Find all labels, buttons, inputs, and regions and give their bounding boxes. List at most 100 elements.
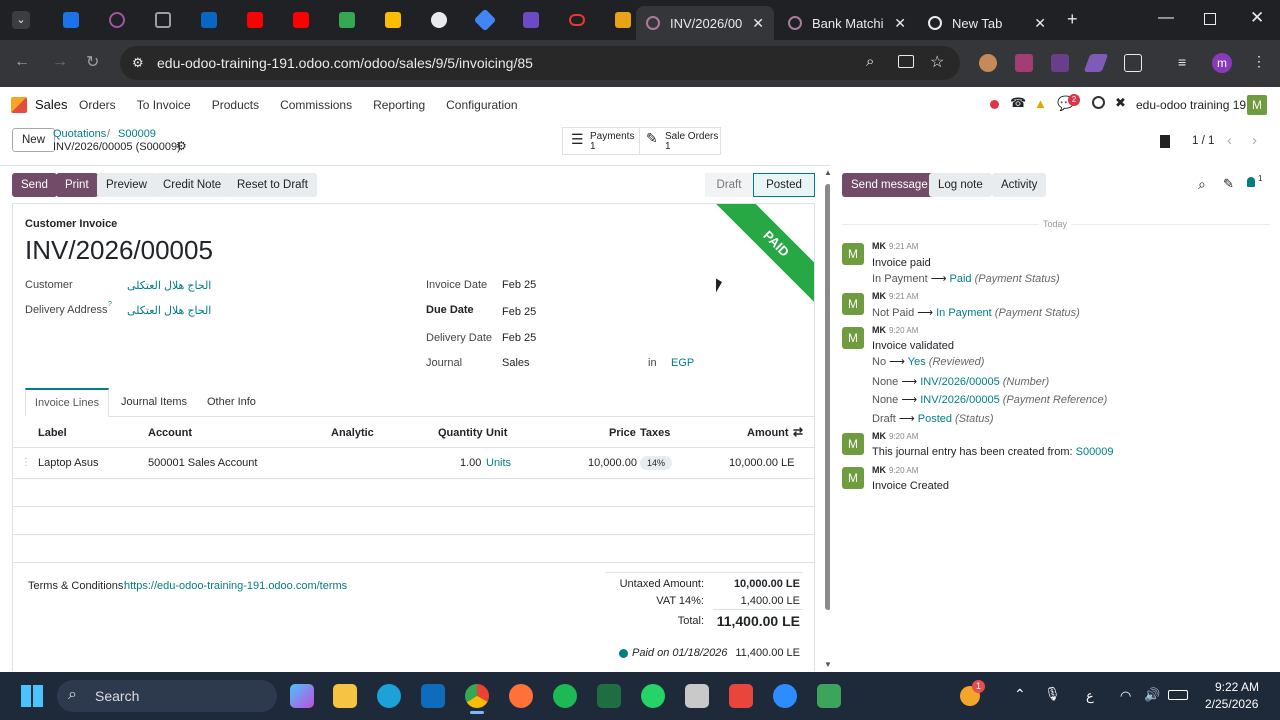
col-unit[interactable]: Unit <box>486 427 507 439</box>
attachment-icon[interactable] <box>1160 135 1170 148</box>
app-name[interactable]: Sales <box>35 97 68 112</box>
message-author[interactable]: MK <box>872 465 886 475</box>
zoom-icon[interactable]: ⌕ <box>866 53 874 70</box>
info-icon[interactable] <box>619 649 628 658</box>
company-name[interactable]: edu-odoo training 19 <box>1136 98 1246 112</box>
empty-row[interactable] <box>13 507 814 535</box>
install-app-icon[interactable] <box>898 55 914 68</box>
tab-journal-items[interactable]: Journal Items <box>121 396 187 408</box>
profile-avatar[interactable]: m <box>1212 53 1232 73</box>
col-label[interactable]: Label <box>38 427 67 439</box>
credit-note-button[interactable]: Credit Note <box>154 173 231 197</box>
delivery-address-field[interactable]: الحاج هلال العتكلى <box>127 304 211 317</box>
google-drive-icon[interactable] <box>339 12 355 28</box>
send-message-button[interactable]: Send message <box>842 173 937 197</box>
optional-columns-icon[interactable]: ⇄ <box>793 425 803 439</box>
menu-orders[interactable]: Orders <box>79 98 116 112</box>
close-tab-icon[interactable]: ✕ <box>752 15 764 32</box>
message-author[interactable]: MK <box>872 291 886 301</box>
excel-icon[interactable] <box>597 684 621 708</box>
pinned-tab-icon[interactable] <box>615 12 631 28</box>
clock-time[interactable]: 9:22 AM <box>1215 680 1259 694</box>
url-text[interactable]: edu-odoo-training-191.odoo.com/odoo/sale… <box>157 55 533 71</box>
tax-badge[interactable]: 14% <box>640 456 673 470</box>
line-price[interactable]: 10,000.00 <box>588 457 637 469</box>
menu-configuration[interactable]: Configuration <box>446 98 517 112</box>
chatgpt-icon[interactable] <box>431 12 447 28</box>
table-row[interactable]: ⋮ Laptop Asus 500001 Sales Account 1.00 … <box>13 448 814 479</box>
copilot-icon[interactable] <box>290 684 314 708</box>
menu-to-invoice[interactable]: To Invoice <box>137 98 191 112</box>
extension-icon[interactable] <box>1015 54 1033 72</box>
tab-invoice[interactable]: INV/2026/00 ✕ <box>636 6 774 40</box>
menu-reporting[interactable]: Reporting <box>373 98 425 112</box>
activity-clock-icon[interactable] <box>1092 96 1105 109</box>
whatsapp-icon[interactable] <box>641 684 665 708</box>
due-date-field[interactable]: Feb 25 <box>502 306 536 318</box>
search-icon[interactable]: ⌕ <box>1198 176 1206 193</box>
menu-products[interactable]: Products <box>212 98 259 112</box>
col-quantity[interactable]: Quantity <box>438 427 483 439</box>
recording-dot-icon[interactable] <box>990 100 999 109</box>
journal-field[interactable]: Sales <box>502 357 530 369</box>
line-unit[interactable]: Units <box>486 457 511 469</box>
language-indicator[interactable]: ع <box>1086 688 1094 704</box>
back-icon[interactable]: ← <box>14 53 30 71</box>
linkedin-icon[interactable] <box>201 12 217 28</box>
message-author[interactable]: MK <box>872 241 886 251</box>
preview-button[interactable]: Preview <box>97 173 156 197</box>
line-label[interactable]: Laptop Asus <box>38 457 99 469</box>
debug-icon[interactable]: ▲ <box>1034 96 1047 111</box>
new-tab-plus-icon[interactable]: + <box>1067 9 1078 30</box>
col-amount[interactable]: Amount <box>747 427 789 439</box>
avatar[interactable]: M <box>842 433 864 455</box>
minimize-icon[interactable]: — <box>1158 9 1174 27</box>
send-button[interactable]: Send <box>12 173 57 197</box>
pinned-tab-icon[interactable] <box>63 12 79 28</box>
battery-icon[interactable] <box>1168 690 1188 700</box>
pinned-tab-icon[interactable] <box>569 14 585 26</box>
delivery-date-field[interactable]: Feb 25 <box>502 332 536 344</box>
message-author[interactable]: MK <box>872 431 886 441</box>
close-tab-icon[interactable]: ✕ <box>894 15 906 32</box>
extension-icon[interactable] <box>1051 54 1069 72</box>
col-account[interactable]: Account <box>148 427 192 439</box>
outlook-icon[interactable] <box>421 684 445 708</box>
sale-orders-smart-button[interactable]: ✎ Sale Orders 1 <box>639 127 721 155</box>
breadcrumb-sale-order[interactable]: S00009 <box>118 128 156 140</box>
extension-icon[interactable] <box>1083 54 1109 72</box>
line-account[interactable]: 500001 Sales Account <box>148 457 257 469</box>
youtube-icon[interactable] <box>247 12 263 28</box>
reload-icon[interactable]: ↻ <box>86 52 99 72</box>
payments-smart-button[interactable]: ☰ Payments 1 <box>562 127 640 155</box>
avatar[interactable]: M <box>842 293 864 315</box>
empty-row[interactable] <box>13 535 814 563</box>
extension-icon[interactable] <box>979 54 997 72</box>
file-explorer-icon[interactable] <box>333 684 357 708</box>
app-icon[interactable] <box>685 684 709 708</box>
windows-start-icon[interactable] <box>21 685 43 707</box>
message-author[interactable]: MK <box>872 325 886 335</box>
col-analytic[interactable]: Analytic <box>331 427 374 439</box>
pager-next-icon[interactable]: › <box>1252 132 1257 149</box>
activity-button[interactable]: Activity <box>992 173 1047 197</box>
status-draft[interactable]: Draft <box>705 173 753 197</box>
gear-icon[interactable]: ⚙ <box>176 139 187 153</box>
pager-value[interactable]: 1 / 1 <box>1192 135 1214 147</box>
pinned-tab-icon[interactable] <box>523 12 539 28</box>
clock-date[interactable]: 2/25/2026 <box>1205 697 1258 711</box>
zoom-icon[interactable] <box>773 684 797 708</box>
pinned-tab-icon[interactable] <box>109 12 125 28</box>
followers-icon[interactable] <box>1247 177 1255 187</box>
empty-row[interactable] <box>13 479 814 507</box>
app-icon[interactable] <box>729 684 753 708</box>
firefox-icon[interactable] <box>509 684 533 708</box>
microphone-icon[interactable]: 🎙 <box>1044 686 1061 702</box>
volume-icon[interactable]: 🔊 <box>1144 687 1160 703</box>
currency-field[interactable]: EGP <box>671 357 694 369</box>
chrome-menu-icon[interactable]: ⋮ <box>1252 53 1266 70</box>
tab-search-icon[interactable]: ⌄ <box>12 11 30 29</box>
pinned-tab-icon[interactable] <box>155 12 171 28</box>
site-info-icon[interactable]: ⚙ <box>132 55 144 71</box>
forward-icon[interactable]: → <box>52 53 68 71</box>
